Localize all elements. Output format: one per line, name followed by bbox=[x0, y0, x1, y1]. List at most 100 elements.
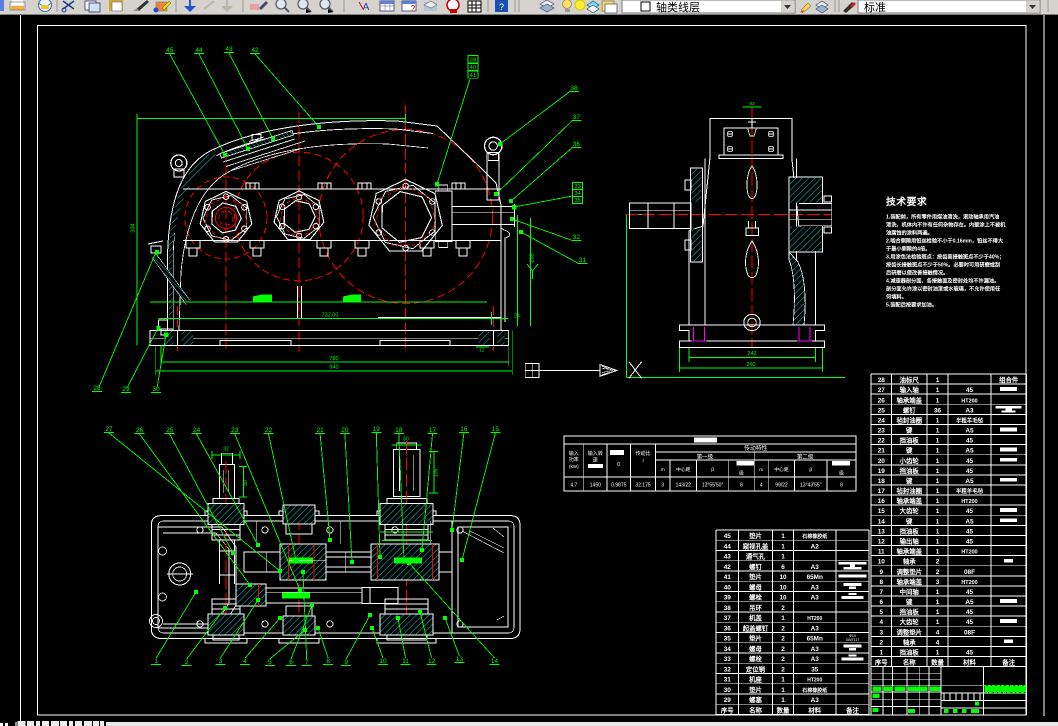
svg-text:石棉橡胶纸: 石棉橡胶纸 bbox=[801, 687, 827, 694]
svg-text:92: 92 bbox=[749, 101, 755, 107]
svg-text:机座: 机座 bbox=[749, 675, 762, 684]
svg-text:2: 2 bbox=[781, 605, 785, 612]
svg-text:45: 45 bbox=[966, 619, 974, 626]
svg-text:3: 3 bbox=[879, 629, 883, 636]
svg-text:第二级: 第二级 bbox=[797, 453, 814, 461]
svg-text:1: 1 bbox=[936, 599, 940, 606]
svg-text:1: 1 bbox=[936, 488, 940, 495]
svg-text:A5: A5 bbox=[965, 478, 974, 485]
svg-text:11: 11 bbox=[878, 549, 885, 556]
svg-text:26: 26 bbox=[136, 427, 144, 434]
svg-text:挡油板: 挡油板 bbox=[900, 607, 920, 616]
svg-text:油腐蚀的涂料两遍。: 油腐蚀的涂料两遍。 bbox=[886, 229, 933, 237]
svg-text:i: i bbox=[642, 458, 643, 464]
svg-text:19: 19 bbox=[878, 468, 886, 475]
svg-text:11: 11 bbox=[402, 658, 409, 665]
svg-text:小齿轮: 小齿轮 bbox=[900, 456, 920, 465]
svg-text:940: 940 bbox=[329, 365, 338, 371]
svg-text:37: 37 bbox=[724, 615, 732, 622]
svg-text:39: 39 bbox=[470, 57, 476, 63]
svg-text:26: 26 bbox=[878, 397, 886, 404]
svg-text:32.175: 32.175 bbox=[635, 483, 651, 489]
svg-text:44: 44 bbox=[195, 47, 203, 54]
svg-text:27: 27 bbox=[878, 387, 886, 394]
svg-text:GB/T117: GB/T117 bbox=[846, 638, 859, 642]
svg-text:45: 45 bbox=[166, 47, 174, 54]
svg-text:32: 32 bbox=[223, 447, 229, 453]
svg-text:7: 7 bbox=[879, 589, 883, 596]
svg-text:40: 40 bbox=[724, 584, 732, 591]
svg-text:键: 键 bbox=[905, 426, 913, 435]
svg-text:1: 1 bbox=[936, 438, 940, 445]
svg-text:18: 18 bbox=[395, 427, 403, 434]
svg-text:35: 35 bbox=[574, 198, 580, 204]
svg-text:功率: 功率 bbox=[569, 456, 579, 463]
svg-text:0: 0 bbox=[617, 462, 620, 468]
svg-text:13°43'55'': 13°43'55'' bbox=[800, 483, 822, 489]
svg-text:18: 18 bbox=[878, 478, 886, 485]
svg-text:2: 2 bbox=[781, 646, 785, 653]
svg-text:45: 45 bbox=[966, 458, 974, 465]
svg-text:传动比: 传动比 bbox=[635, 450, 650, 457]
svg-text:轴类线层: 轴类线层 bbox=[656, 0, 700, 14]
svg-text:(kW): (kW) bbox=[569, 464, 579, 469]
svg-text:挡油板: 挡油板 bbox=[900, 466, 920, 475]
svg-text:1: 1 bbox=[781, 687, 785, 694]
svg-text:石棉橡胶纸: 石棉橡胶纸 bbox=[801, 533, 827, 540]
svg-text:挡油板: 挡油板 bbox=[900, 436, 920, 445]
svg-text:输入转: 输入转 bbox=[588, 450, 603, 457]
svg-text:25: 25 bbox=[166, 427, 174, 434]
svg-text:5: 5 bbox=[879, 609, 883, 616]
svg-text:1: 1 bbox=[781, 543, 785, 550]
svg-text:13°55'50'': 13°55'50'' bbox=[702, 483, 724, 489]
svg-text:260: 260 bbox=[746, 362, 755, 368]
svg-text:4.7: 4.7 bbox=[570, 483, 577, 489]
svg-text:6: 6 bbox=[781, 564, 785, 571]
svg-text:43: 43 bbox=[225, 46, 233, 53]
svg-text:41: 41 bbox=[470, 73, 476, 79]
svg-text:8: 8 bbox=[326, 658, 330, 665]
svg-text:2: 2 bbox=[781, 656, 785, 663]
svg-text:级: 级 bbox=[739, 470, 744, 477]
svg-text:10: 10 bbox=[878, 559, 886, 566]
svg-text:45: 45 bbox=[966, 468, 974, 475]
svg-text:1: 1 bbox=[936, 518, 940, 525]
svg-text:31: 31 bbox=[724, 677, 732, 684]
svg-text:23: 23 bbox=[878, 428, 886, 435]
svg-text:1: 1 bbox=[936, 377, 940, 384]
svg-text:4.减速器剖分面、各接触面及密封处均不许漏油。: 4.减速器剖分面、各接触面及密封处均不许漏油。 bbox=[886, 277, 999, 285]
svg-text:HT200: HT200 bbox=[961, 398, 977, 404]
svg-text:A5: A5 bbox=[965, 599, 974, 606]
svg-text:27: 27 bbox=[105, 426, 113, 433]
svg-text:30: 30 bbox=[724, 687, 732, 694]
svg-text:8: 8 bbox=[840, 483, 843, 489]
svg-text:17: 17 bbox=[878, 488, 886, 495]
svg-text:1: 1 bbox=[936, 458, 940, 465]
svg-text:名称: 名称 bbox=[749, 705, 762, 714]
svg-text:36: 36 bbox=[724, 625, 732, 632]
svg-text:43: 43 bbox=[724, 554, 732, 561]
svg-text:39: 39 bbox=[724, 595, 732, 602]
svg-text:1: 1 bbox=[936, 549, 940, 556]
svg-text:1: 1 bbox=[936, 428, 940, 435]
svg-text:中心距: 中心距 bbox=[774, 466, 789, 473]
svg-text:HT200: HT200 bbox=[807, 616, 822, 622]
svg-text:1: 1 bbox=[936, 448, 940, 455]
svg-text:何填料。: 何填料。 bbox=[886, 293, 907, 301]
svg-text:-11: -11 bbox=[478, 348, 485, 353]
svg-text:轴承端盖: 轴承端盖 bbox=[896, 395, 922, 404]
svg-text:备注: 备注 bbox=[1001, 658, 1015, 667]
svg-text:34: 34 bbox=[724, 646, 732, 653]
svg-text:3: 3 bbox=[661, 483, 664, 489]
svg-text:1: 1 bbox=[781, 677, 785, 684]
svg-text:A5: A5 bbox=[965, 448, 974, 455]
svg-text:轴承: 轴承 bbox=[903, 557, 916, 566]
svg-text:键: 键 bbox=[905, 446, 913, 455]
svg-text:传动特性: 传动特性 bbox=[744, 444, 767, 452]
svg-text:螺栓: 螺栓 bbox=[749, 593, 762, 602]
svg-text:20: 20 bbox=[341, 427, 349, 434]
svg-text:1: 1 bbox=[781, 697, 785, 704]
svg-text:螺钉: 螺钉 bbox=[903, 405, 916, 414]
svg-text:60: 60 bbox=[403, 437, 409, 443]
svg-text:键: 键 bbox=[905, 597, 913, 606]
